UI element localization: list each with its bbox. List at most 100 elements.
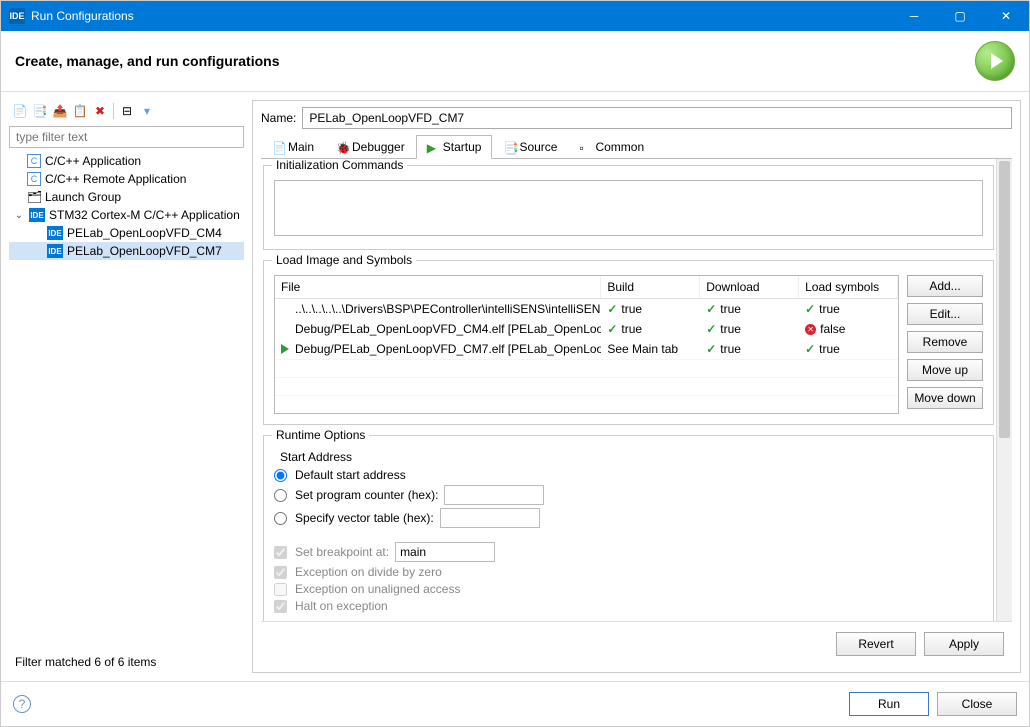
play-icon: ▶ xyxy=(427,141,439,153)
check-icon: ✓ xyxy=(607,322,617,336)
tab-debugger[interactable]: 🐞Debugger xyxy=(325,135,416,159)
checkbox-set-breakpoint[interactable]: Set breakpoint at: xyxy=(274,542,983,562)
filter-matched: Filter matched 6 of 6 items xyxy=(9,651,244,673)
radio-set-pc[interactable]: Set program counter (hex): xyxy=(274,485,983,505)
empty-row xyxy=(275,395,898,413)
checkbox-divzero[interactable]: Exception on divide by zero xyxy=(274,565,983,579)
col-loadsymbols[interactable]: Load symbols xyxy=(799,276,898,298)
cell-build: true xyxy=(621,302,642,316)
tab-source[interactable]: 📑Source xyxy=(492,135,568,159)
cell-download: true xyxy=(720,322,741,336)
group-legend: Runtime Options xyxy=(272,428,369,442)
name-input[interactable] xyxy=(302,107,1012,129)
name-label: Name: xyxy=(261,111,296,125)
apply-button[interactable]: Apply xyxy=(924,632,1004,656)
cell-file: Debug/PELab_OpenLoopVFD_CM4.elf [PELab_O… xyxy=(295,322,601,336)
moveup-button[interactable]: Move up xyxy=(907,359,983,381)
close-button[interactable]: Close xyxy=(937,692,1017,716)
revert-button[interactable]: Revert xyxy=(836,632,916,656)
add-button[interactable]: Add... xyxy=(907,275,983,297)
tab-main[interactable]: 📄 Main xyxy=(261,135,325,159)
config-tree[interactable]: CC/C++ Application CC/C++ Remote Applica… xyxy=(9,148,244,651)
remove-button[interactable]: Remove xyxy=(907,331,983,353)
close-window-button[interactable]: ✕ xyxy=(983,1,1029,31)
start-address-label: Start Address xyxy=(280,450,983,464)
new-config-icon[interactable]: 📄 xyxy=(11,102,29,120)
common-icon: ▫ xyxy=(579,141,591,153)
edit-button[interactable]: Edit... xyxy=(907,303,983,325)
checkbox-halt[interactable]: Halt on exception xyxy=(274,599,983,613)
filter-input[interactable] xyxy=(9,126,244,148)
c-icon: C xyxy=(27,172,41,186)
x-icon: ✕ xyxy=(805,324,816,335)
movedown-button[interactable]: Move down xyxy=(907,387,983,409)
tree-label: PELab_OpenLoopVFD_CM7 xyxy=(67,244,222,258)
cell-download: true xyxy=(720,342,741,356)
scrollbar[interactable] xyxy=(996,159,1012,621)
checkbox-unaligned[interactable]: Exception on unaligned access xyxy=(274,582,983,596)
export-icon[interactable]: 📤 xyxy=(51,102,69,120)
new-proto-icon[interactable]: 📑 xyxy=(31,102,49,120)
scrollbar-thumb[interactable] xyxy=(999,161,1010,438)
play-icon xyxy=(281,344,289,354)
collapse-icon[interactable]: ⊟ xyxy=(118,102,136,120)
duplicate-icon[interactable]: 📋 xyxy=(71,102,89,120)
window-title: Run Configurations xyxy=(31,9,891,23)
group-legend: Initialization Commands xyxy=(272,159,407,172)
tab-label: Main xyxy=(288,140,314,154)
initialization-textarea[interactable] xyxy=(274,180,983,236)
vector-input[interactable] xyxy=(440,508,540,528)
table-row[interactable]: ..\..\..\..\..\Drivers\BSP\PEController\… xyxy=(275,299,898,319)
tree-item[interactable]: ⌄ IDE STM32 Cortex-M C/C++ Application xyxy=(9,206,244,224)
ide-icon: IDE xyxy=(29,208,45,222)
document-icon: 📄 xyxy=(272,141,284,153)
group-legend: Load Image and Symbols xyxy=(272,253,416,267)
tree-item[interactable]: CC/C++ Application xyxy=(9,152,244,170)
dialog-title: Create, manage, and run configurations xyxy=(15,53,975,69)
tab-startup[interactable]: ▶Startup xyxy=(416,135,493,159)
tree-item[interactable]: 🗂 Launch Group xyxy=(9,188,244,206)
cell-symbols: false xyxy=(820,322,845,336)
initialization-group: Initialization Commands xyxy=(263,165,994,250)
radio-default-start[interactable]: Default start address xyxy=(274,468,983,482)
tree-item[interactable]: CC/C++ Remote Application xyxy=(9,170,244,188)
maximize-button[interactable]: ▢ xyxy=(937,1,983,31)
cell-build: true xyxy=(621,322,642,336)
radio-spec-vector[interactable]: Specify vector table (hex): xyxy=(274,508,983,528)
breakpoint-input[interactable] xyxy=(395,542,495,562)
tree-label: STM32 Cortex-M C/C++ Application xyxy=(49,208,240,222)
run-button[interactable]: Run xyxy=(849,692,929,716)
tab-common[interactable]: ▫ Common xyxy=(568,135,655,159)
tab-label: Common xyxy=(595,140,644,154)
tree-label: PELab_OpenLoopVFD_CM4 xyxy=(67,226,222,240)
table-row[interactable]: Debug/PELab_OpenLoopVFD_CM7.elf [PELab_O… xyxy=(275,339,898,359)
check-icon: ✓ xyxy=(706,322,716,336)
runtime-group: Runtime Options Start Address Default st… xyxy=(263,435,994,621)
filter-icon[interactable]: ▾ xyxy=(138,102,156,120)
col-download[interactable]: Download xyxy=(700,276,799,298)
tree-label: Launch Group xyxy=(45,190,121,204)
minimize-button[interactable]: ─ xyxy=(891,1,937,31)
empty-row xyxy=(275,377,898,395)
cell-symbols: true xyxy=(819,302,840,316)
config-tabs: 📄 Main 🐞Debugger ▶Startup 📑Source ▫ Common xyxy=(261,135,1012,159)
col-file[interactable]: File xyxy=(275,276,601,298)
table-row[interactable]: Debug/PELab_OpenLoopVFD_CM4.elf [PELab_O… xyxy=(275,319,898,339)
bug-icon: 🐞 xyxy=(336,141,348,153)
tree-expander[interactable]: ⌄ xyxy=(13,210,25,221)
load-table[interactable]: File Build Download Load symbols ..\..\.… xyxy=(274,275,899,414)
ide-icon: IDE xyxy=(47,244,63,258)
cell-file: Debug/PELab_OpenLoopVFD_CM7.elf [PELab_O… xyxy=(295,342,601,356)
cell-file: ..\..\..\..\..\Drivers\BSP\PEController\… xyxy=(295,302,601,316)
delete-icon[interactable]: ✖ xyxy=(91,102,109,120)
tab-label: Source xyxy=(519,140,557,154)
help-icon[interactable]: ? xyxy=(13,695,31,713)
c-icon: C xyxy=(27,154,41,168)
launch-group-icon: 🗂 xyxy=(27,190,41,204)
tree-item[interactable]: IDE PELab_OpenLoopVFD_CM4 xyxy=(9,224,244,242)
tree-item-selected[interactable]: IDE PELab_OpenLoopVFD_CM7 xyxy=(9,242,244,260)
app-icon: IDE xyxy=(9,8,25,24)
pc-input[interactable] xyxy=(444,485,544,505)
col-build[interactable]: Build xyxy=(601,276,700,298)
ide-icon: IDE xyxy=(47,226,63,240)
